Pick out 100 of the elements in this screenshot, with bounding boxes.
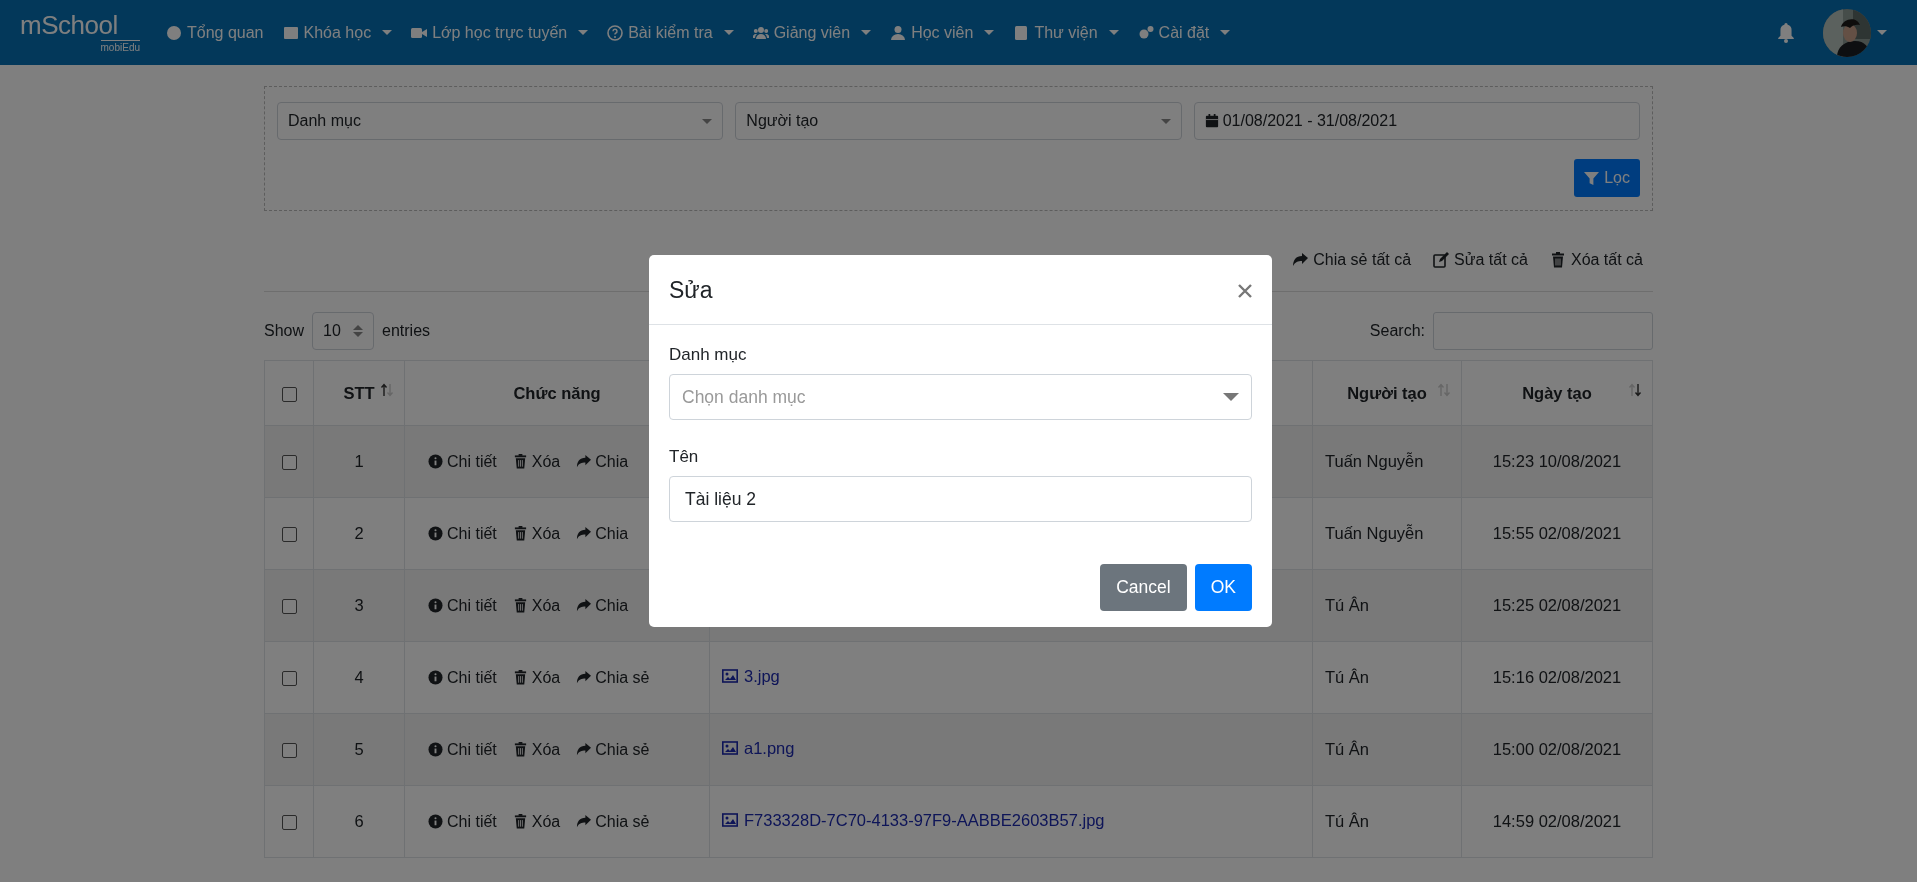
nav-menu-item[interactable]: Cài đặt bbox=[1137, 23, 1231, 42]
share-arrow-icon bbox=[576, 454, 592, 469]
trash-icon bbox=[512, 526, 528, 541]
file-link[interactable]: F733328D-7C70-4133-97F9-AABBE2603B57.jpg bbox=[722, 810, 1105, 830]
row-checkbox[interactable] bbox=[281, 815, 297, 831]
select-all-checkbox[interactable] bbox=[281, 386, 297, 402]
created-date-cell: 14:59 02/08/2021 bbox=[1492, 812, 1622, 830]
image-icon bbox=[722, 668, 738, 685]
row-action-link[interactable]: Xóa bbox=[512, 812, 561, 831]
users-icon bbox=[752, 24, 769, 41]
row-checkbox[interactable] bbox=[281, 599, 297, 615]
row-number: 2 bbox=[354, 524, 364, 542]
creator-cell: Tú Ân bbox=[1325, 740, 1370, 758]
ok-button[interactable]: OK bbox=[1194, 564, 1252, 611]
close-icon[interactable] bbox=[1238, 283, 1252, 298]
creator-cell: Tú Ân bbox=[1325, 812, 1370, 830]
bulk-action-link[interactable]: Xóa tất cả bbox=[1549, 251, 1643, 269]
info-icon bbox=[428, 814, 443, 829]
edit-icon bbox=[1433, 252, 1450, 268]
row-number: 4 bbox=[354, 668, 364, 686]
created-date-cell: 15:55 02/08/2021 bbox=[1492, 524, 1622, 542]
image-icon bbox=[722, 812, 738, 829]
info-icon bbox=[428, 454, 443, 469]
share-arrow-icon bbox=[576, 598, 592, 613]
caret-icon[interactable] bbox=[1877, 30, 1887, 35]
bell-icon[interactable] bbox=[1777, 22, 1795, 43]
sort-icon[interactable] bbox=[1628, 383, 1642, 397]
share-arrow-icon bbox=[576, 814, 592, 829]
row-checkbox[interactable] bbox=[281, 455, 297, 471]
share-arrow-icon bbox=[576, 670, 592, 685]
nav-menu-item[interactable]: Tổng quan bbox=[166, 23, 264, 42]
row-action-link[interactable]: Chia sẻ bbox=[576, 740, 650, 759]
column-header[interactable]: Người tạo bbox=[1347, 383, 1427, 402]
row-action-link[interactable]: Xóa bbox=[512, 596, 561, 615]
row-action-link[interactable]: Chia bbox=[576, 596, 629, 615]
column-header[interactable]: STT bbox=[343, 383, 375, 402]
info-icon bbox=[428, 598, 443, 613]
bulk-action-link[interactable]: Chia sẻ tất cả bbox=[1292, 251, 1412, 269]
row-checkbox[interactable] bbox=[281, 743, 297, 759]
row-action-link[interactable]: Chi tiết bbox=[428, 668, 497, 687]
share-arrow-icon bbox=[576, 526, 592, 541]
search-label: Search: bbox=[1369, 322, 1425, 340]
creator-cell: Tuấn Nguyễn bbox=[1325, 452, 1424, 470]
row-checkbox[interactable] bbox=[281, 527, 297, 543]
row-action-link[interactable]: Chia bbox=[576, 524, 629, 543]
created-date-cell: 15:25 02/08/2021 bbox=[1492, 596, 1622, 614]
entries-label: entries bbox=[382, 322, 431, 340]
nav-menu-item[interactable]: Học viên bbox=[890, 23, 995, 42]
row-number: 6 bbox=[354, 812, 364, 830]
row-action-link[interactable]: Xóa bbox=[512, 740, 561, 759]
category-select[interactable]: Chọn danh mục bbox=[669, 374, 1252, 420]
trash-icon bbox=[512, 598, 528, 613]
share-arrow-icon bbox=[1292, 252, 1309, 268]
creator-select[interactable]: Người tạo bbox=[735, 102, 1182, 140]
logo-title[interactable]: mSchool bbox=[20, 12, 140, 38]
created-date-cell: 15:23 10/08/2021 bbox=[1492, 452, 1622, 470]
page-length-select[interactable]: 10 bbox=[312, 312, 375, 350]
row-action-link[interactable]: Xóa bbox=[512, 668, 561, 687]
date-range-field[interactable]: 01/08/2021 - 31/08/2021 bbox=[1193, 102, 1640, 140]
creator-cell: Tuấn Nguyễn bbox=[1325, 524, 1424, 542]
nav-menu-item[interactable]: Giảng viên bbox=[752, 23, 872, 42]
trash-icon bbox=[512, 670, 528, 685]
search-field[interactable] bbox=[1433, 312, 1653, 350]
trash-icon bbox=[512, 814, 528, 829]
row-action-link[interactable]: Chi tiết bbox=[428, 452, 497, 471]
row-action-link[interactable]: Chia sẻ bbox=[576, 668, 650, 687]
name-input-field[interactable]: Tài liệu 2 bbox=[669, 476, 1252, 522]
row-action-link[interactable]: Xóa bbox=[512, 524, 561, 543]
trash-icon bbox=[1549, 252, 1566, 268]
calendar-icon bbox=[1204, 114, 1219, 128]
column-header[interactable]: Ngày tạo bbox=[1522, 383, 1592, 402]
row-action-link[interactable]: Xóa bbox=[512, 452, 561, 471]
show-label: Show bbox=[264, 322, 305, 340]
row-action-link[interactable]: Chi tiết bbox=[428, 596, 497, 615]
bulk-action-link[interactable]: Sửa tất cả bbox=[1433, 251, 1528, 269]
created-date-cell: 15:16 02/08/2021 bbox=[1492, 668, 1622, 686]
row-checkbox[interactable] bbox=[281, 671, 297, 687]
nav-menu-item[interactable]: Thư viện bbox=[1013, 23, 1119, 42]
user-icon bbox=[890, 24, 907, 41]
row-number: 1 bbox=[354, 452, 364, 470]
sort-icon[interactable] bbox=[380, 383, 394, 397]
row-action-link[interactable]: Chia bbox=[576, 452, 629, 471]
row-action-link[interactable]: Chi tiết bbox=[428, 812, 497, 831]
filter-button[interactable]: Lọc bbox=[1574, 159, 1640, 197]
row-action-link[interactable]: Chia sẻ bbox=[576, 812, 650, 831]
category-select[interactable]: Danh mục bbox=[277, 102, 724, 140]
nav-menu-item[interactable]: Lớp học trực tuyến bbox=[411, 23, 589, 42]
cancel-button[interactable]: Cancel bbox=[1100, 564, 1187, 611]
file-link[interactable]: a1.png bbox=[722, 738, 795, 758]
nav-menu-item[interactable]: Bài kiểm tra bbox=[607, 23, 734, 42]
file-link[interactable]: 3.jpg bbox=[722, 666, 780, 686]
image-icon bbox=[722, 740, 738, 757]
nav-menu-item[interactable]: Khóa học bbox=[282, 23, 393, 42]
info-icon bbox=[428, 742, 443, 757]
row-action-link[interactable]: Chi tiết bbox=[428, 524, 497, 543]
row-number: 5 bbox=[354, 740, 364, 758]
row-action-link[interactable]: Chi tiết bbox=[428, 740, 497, 759]
column-header[interactable]: Chức năng bbox=[513, 383, 601, 402]
field-label: Danh mục bbox=[669, 345, 748, 365]
info-icon bbox=[428, 526, 443, 541]
